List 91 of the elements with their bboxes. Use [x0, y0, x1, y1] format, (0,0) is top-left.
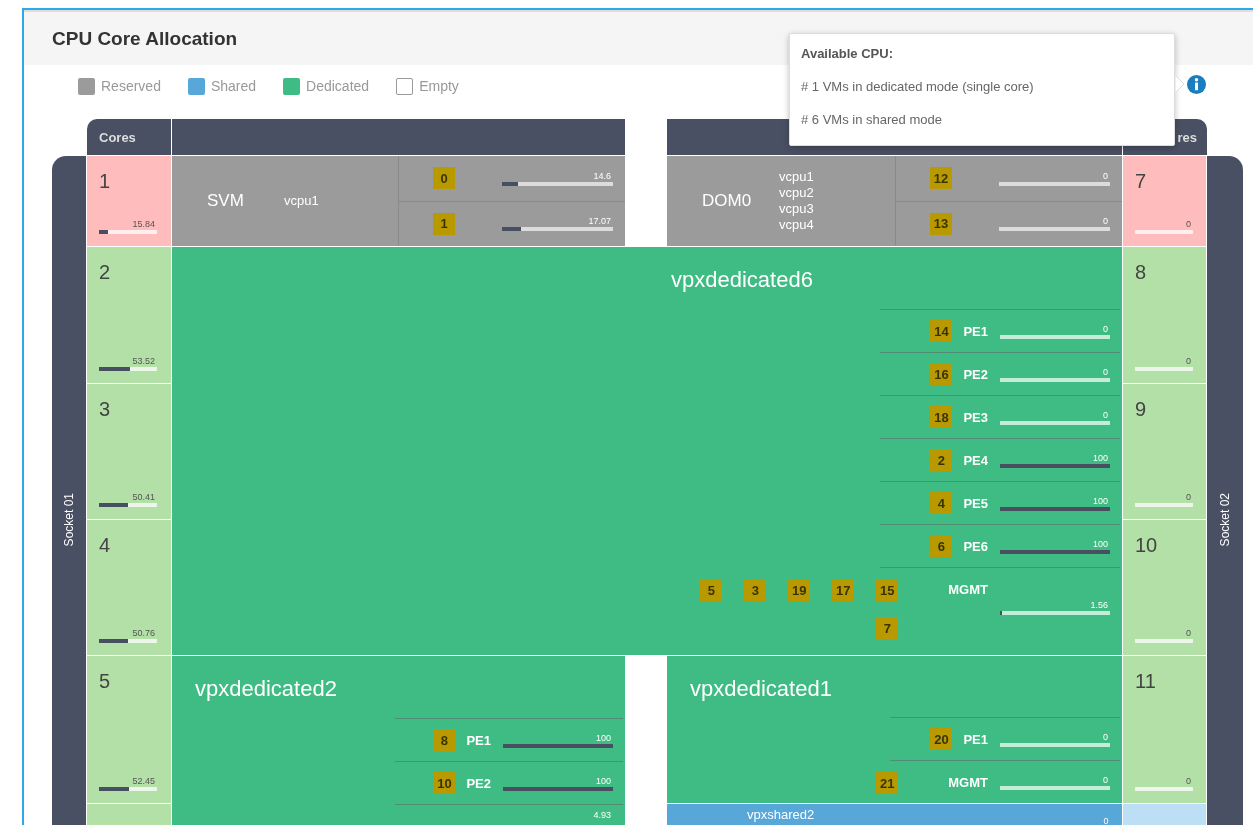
engine-label: PE4	[963, 452, 988, 468]
core-id: 21	[876, 772, 899, 794]
engine-label: PE2	[963, 366, 988, 382]
usage-value: 0	[1186, 356, 1191, 367]
core-id: 19	[788, 579, 811, 601]
usage-value: 0	[1186, 628, 1191, 639]
usage-value: 100	[1092, 495, 1108, 507]
core-id: 18	[930, 406, 953, 428]
core-number: 2	[99, 261, 111, 283]
usage-value: 4.93	[593, 810, 611, 821]
usage-value: 0	[1103, 774, 1108, 786]
vcpu-label: vcpu1	[284, 193, 319, 209]
usage-value: 50.76	[132, 628, 155, 639]
usage-value: 100	[1092, 538, 1108, 550]
engine-label: PE2	[466, 775, 491, 791]
info-icon[interactable]	[1187, 75, 1206, 94]
engine-label: MGMT	[948, 774, 988, 792]
core-id: 15	[876, 579, 899, 601]
usage-value: 17.07	[588, 216, 611, 228]
usage-value: 100	[1092, 452, 1108, 464]
core-number: 7	[1135, 170, 1147, 192]
core-id: 6	[930, 535, 953, 557]
vm-name: DOM0	[701, 191, 753, 211]
legend-label: Dedicated	[306, 78, 370, 94]
legend-label: Empty	[419, 78, 459, 94]
usage-value: 14.6	[593, 170, 611, 182]
core-id: 13	[930, 212, 952, 235]
core-id: 5	[700, 579, 723, 601]
core-number: 5	[99, 670, 111, 692]
usage-value: 0	[1186, 492, 1191, 503]
core-id: 12	[930, 167, 952, 190]
vcpu-label: vcpu4	[779, 217, 814, 233]
engine-label: PE6	[963, 538, 988, 554]
core-number: 4	[99, 534, 111, 556]
usage-value: 0	[1186, 776, 1191, 787]
socket-label: Socket 01	[62, 493, 76, 547]
core-number: 8	[1135, 261, 1147, 283]
core-number: 1	[99, 170, 111, 192]
core-number: 3	[99, 398, 111, 420]
engine-label: MGMT	[948, 581, 988, 599]
engine-label: PE1	[963, 731, 988, 747]
vm-name: vpxdedicated6	[670, 266, 814, 294]
core-id: 7	[876, 617, 899, 639]
usage-value: 0	[1103, 323, 1108, 335]
legend-label: Reserved	[101, 78, 161, 94]
usage-value: 50.41	[132, 492, 155, 503]
core-id: 0	[433, 167, 455, 190]
core-id: 16	[930, 363, 953, 385]
usage-value: 0	[1103, 731, 1108, 743]
core-number: 10	[1135, 534, 1158, 556]
core-id: 3	[744, 579, 767, 601]
usage-value: 0	[1186, 219, 1191, 230]
tooltip-line: # 6 VMs in shared mode	[801, 112, 943, 127]
usage-value: 52.45	[132, 776, 155, 787]
core-id: 2	[930, 449, 953, 471]
engine-label: PE5	[963, 495, 988, 511]
usage-value: 100	[595, 732, 611, 744]
panel-title: CPU Core Allocation	[52, 27, 238, 50]
engine-label: PE1	[466, 732, 491, 748]
core-id: 8	[433, 729, 456, 751]
vcpu-label: vcpu1	[779, 169, 814, 185]
tooltip-heading: Available CPU:	[801, 46, 894, 61]
engine-label: PE1	[963, 323, 988, 339]
usage-value: 0	[1103, 216, 1108, 228]
usage-value: 53.52	[132, 356, 155, 367]
usage-value: 0	[1103, 170, 1108, 182]
vcpu-label: vcpu3	[779, 201, 814, 217]
core-id: 17	[832, 579, 855, 601]
core-number: 9	[1135, 398, 1147, 420]
tooltip-line: # 1 VMs in dedicated mode (single core)	[801, 79, 1035, 94]
usage-value: 100	[595, 775, 611, 787]
usage-value: 0	[1103, 409, 1108, 421]
core-id: 1	[433, 212, 455, 235]
core-id: 14	[930, 320, 953, 342]
core-id: 20	[930, 728, 953, 750]
socket-label: Socket 02	[1218, 493, 1232, 547]
vm-name: vpxdedicated2	[194, 675, 338, 703]
core-id: 4	[930, 492, 953, 514]
vcpu-label: vcpu2	[779, 185, 814, 201]
vm-name: SVM	[206, 191, 245, 211]
vm-name: vpxshared2	[746, 806, 816, 822]
core-number: 11	[1135, 670, 1156, 692]
usage-value: 0	[1103, 816, 1109, 825]
table-header: Cores	[87, 119, 171, 155]
usage-value: 1.56	[1090, 600, 1108, 611]
usage-value: 0	[1103, 366, 1108, 378]
engine-label: PE3	[963, 409, 988, 425]
usage-value: 15.84	[132, 219, 155, 230]
core-id: 10	[433, 772, 456, 794]
legend-label: Shared	[210, 78, 257, 94]
vm-name: vpxdedicated1	[689, 675, 833, 703]
